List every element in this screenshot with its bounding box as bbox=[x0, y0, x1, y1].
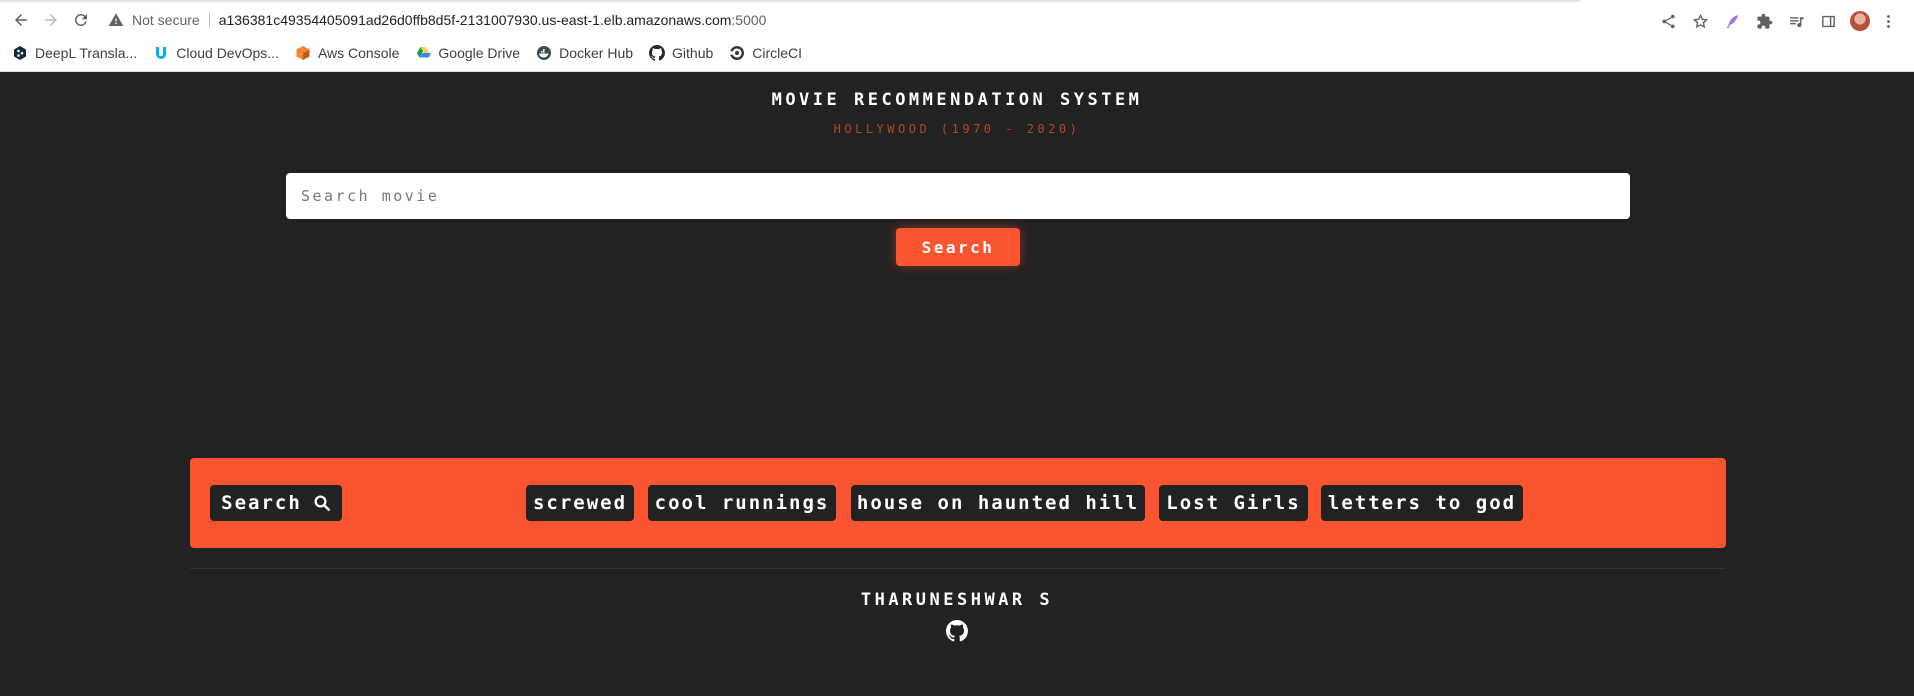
page-content: MOVIE RECOMMENDATION SYSTEM HOLLYWOOD (1… bbox=[0, 72, 1914, 696]
avatar bbox=[1850, 11, 1870, 31]
bookmark-circleci[interactable]: CircleCI bbox=[729, 45, 802, 61]
search-input[interactable] bbox=[286, 173, 1630, 219]
page-subtitle: HOLLYWOOD (1970 - 2020) bbox=[833, 122, 1081, 136]
back-button[interactable] bbox=[8, 7, 34, 33]
puzzle-icon bbox=[1756, 13, 1772, 29]
github-icon bbox=[946, 620, 968, 642]
footer-author: THARUNESHWAR S bbox=[860, 590, 1054, 610]
forward-button[interactable] bbox=[38, 7, 64, 33]
bookmarks-bar: DeepL Transla... Cloud DevOps... Aws Con… bbox=[0, 40, 806, 66]
bookmark-label: Aws Console bbox=[317, 45, 400, 61]
bookmark-label: DeepL Transla... bbox=[35, 45, 138, 61]
bookmark-aws-console[interactable]: Aws Console bbox=[295, 45, 399, 61]
search-button[interactable]: Search bbox=[896, 228, 1020, 266]
side-panel-button[interactable] bbox=[1812, 9, 1844, 33]
suggestion-chip[interactable]: cool runnings bbox=[648, 485, 836, 521]
side-panel-icon bbox=[1821, 15, 1835, 27]
bookmark-label: Docker Hub bbox=[559, 45, 634, 61]
bookmark-label: Google Drive bbox=[438, 45, 521, 61]
udacity-icon bbox=[153, 45, 169, 61]
bookmark-github[interactable]: Github bbox=[649, 45, 713, 61]
reload-button[interactable] bbox=[68, 7, 94, 33]
docker-icon bbox=[536, 45, 552, 61]
reload-icon bbox=[74, 13, 87, 26]
star-icon bbox=[1692, 13, 1708, 28]
footer-divider bbox=[190, 568, 1726, 569]
warning-icon bbox=[108, 13, 124, 26]
omnibox-separator bbox=[208, 12, 210, 28]
github-icon bbox=[649, 45, 666, 61]
share-button[interactable] bbox=[1652, 9, 1684, 33]
google-drive-icon bbox=[415, 45, 432, 61]
toolbar-actions bbox=[1652, 9, 1900, 33]
circleci-icon bbox=[729, 45, 745, 61]
playlist-icon bbox=[1789, 16, 1804, 27]
suggestion-chip[interactable]: screwed bbox=[526, 485, 634, 521]
browser-toolbar: Not secure a136381c49354405091ad26d0ffb8… bbox=[0, 2, 1914, 38]
share-icon bbox=[1661, 14, 1675, 28]
bookmark-label: Cloud DevOps... bbox=[176, 45, 279, 61]
address-bar[interactable]: Not secure a136381c49354405091ad26d0ffb8… bbox=[108, 6, 766, 34]
bookmark-google-drive[interactable]: Google Drive bbox=[415, 45, 520, 61]
aws-icon bbox=[295, 45, 311, 61]
bookmark-docker-hub[interactable]: Docker Hub bbox=[536, 45, 633, 61]
extensions-button[interactable] bbox=[1748, 9, 1780, 33]
bookmark-cloud-devops[interactable]: Cloud DevOps... bbox=[153, 45, 279, 61]
suggestion-chip[interactable]: letters to god bbox=[1321, 485, 1523, 521]
suggestion-chip[interactable]: Lost Girls bbox=[1159, 485, 1308, 521]
feather-icon bbox=[1726, 14, 1738, 29]
url-host: a136381c49354405091ad26d0ffb8d5f-2131007… bbox=[218, 12, 732, 28]
arrow-left-icon bbox=[15, 14, 27, 26]
suggestions-label: Search bbox=[221, 492, 302, 514]
bookmark-label: CircleCI bbox=[752, 45, 803, 61]
bookmark-label: Github bbox=[672, 45, 714, 61]
arrow-right-icon bbox=[45, 14, 57, 26]
bookmark-deepl[interactable]: DeepL Transla... bbox=[12, 45, 137, 61]
github-link[interactable] bbox=[946, 620, 968, 642]
suggestions-bar: Search screwed cool runnings house on ha… bbox=[190, 458, 1726, 548]
browser-chrome: Not secure a136381c49354405091ad26d0ffb8… bbox=[0, 0, 1914, 72]
page-title: MOVIE RECOMMENDATION SYSTEM bbox=[771, 90, 1143, 110]
menu-button[interactable] bbox=[1876, 9, 1900, 33]
search-icon bbox=[314, 495, 330, 511]
extension-feather-button[interactable] bbox=[1716, 9, 1748, 33]
url-port: :5000 bbox=[731, 12, 767, 28]
bookmark-star-button[interactable] bbox=[1684, 9, 1716, 33]
security-status: Not secure bbox=[132, 12, 200, 28]
profile-button[interactable] bbox=[1844, 9, 1876, 33]
suggestion-chip[interactable]: house on haunted hill bbox=[851, 485, 1145, 521]
deepl-icon bbox=[12, 45, 28, 61]
more-vertical-icon bbox=[1886, 14, 1890, 28]
suggestions-search-button[interactable]: Search bbox=[210, 485, 342, 521]
media-control-button[interactable] bbox=[1780, 9, 1812, 33]
